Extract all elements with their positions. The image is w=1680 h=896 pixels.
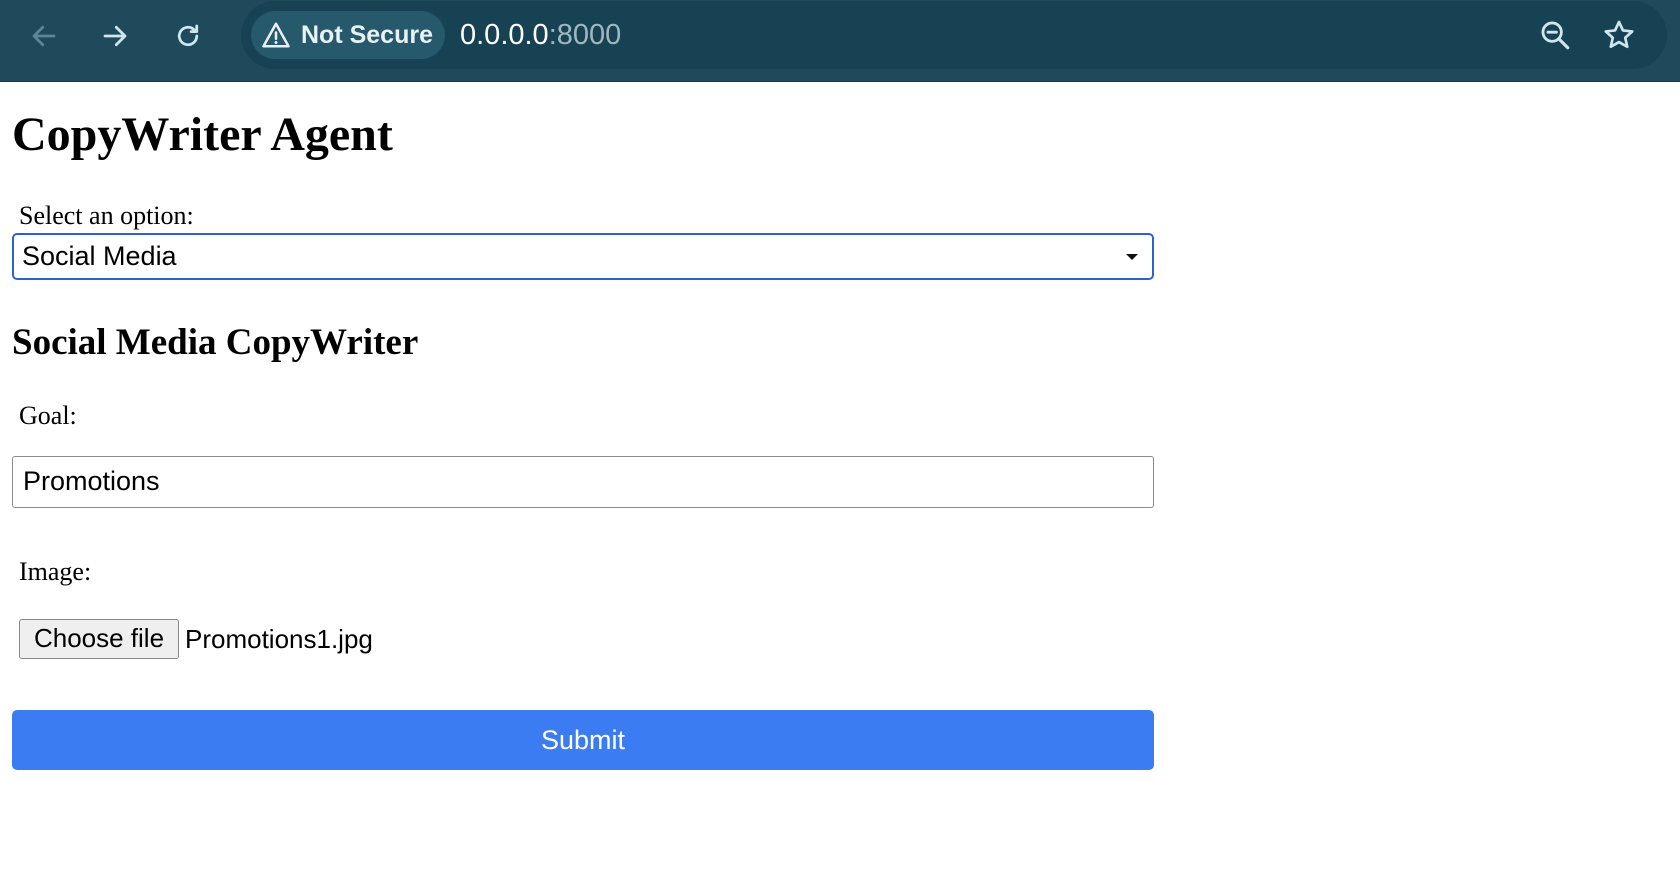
zoom-out-icon [1541,21,1570,50]
security-label: Not Secure [301,20,433,49]
address-bar[interactable]: Not Secure 0.0.0.0:8000 [241,1,1667,69]
forward-button[interactable] [93,14,137,58]
reload-button[interactable] [166,14,210,58]
goal-input[interactable]: Promotions [12,456,1154,508]
zoom-button[interactable] [1537,17,1573,53]
back-button[interactable] [22,14,66,58]
select-label: Select an option: [19,201,194,230]
submit-button[interactable]: Submit [12,710,1154,770]
url-port: :8000 [548,19,622,51]
section-title: Social Media CopyWriter [12,322,419,363]
reload-icon [177,24,199,47]
image-label: Image: [19,557,92,586]
page-title: CopyWriter Agent [12,108,393,161]
back-arrow-icon [32,25,56,47]
url-host: 0.0.0.0 [460,19,549,51]
url-text[interactable]: 0.0.0.0:8000 [460,16,621,54]
forward-arrow-icon [103,25,127,47]
warning-icon [262,22,290,48]
page-content: CopyWriter Agent Select an option: Socia… [0,83,1680,896]
browser-toolbar: Not Secure 0.0.0.0:8000 [0,0,1680,82]
chevron-down-icon [1126,254,1138,260]
goal-label: Goal: [19,401,77,430]
option-select[interactable]: Social Media [12,233,1154,280]
choose-file-button[interactable]: Choose file [19,619,179,659]
bookmark-button[interactable] [1601,17,1637,53]
select-value: Social Media [22,241,177,271]
star-icon [1604,20,1634,49]
selected-file-name: Promotions1.jpg [185,624,373,654]
security-indicator[interactable]: Not Secure [251,11,445,59]
